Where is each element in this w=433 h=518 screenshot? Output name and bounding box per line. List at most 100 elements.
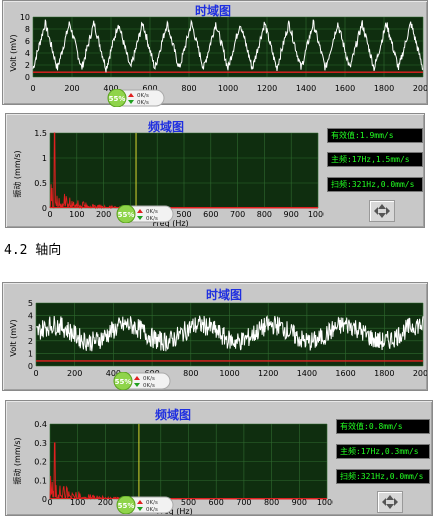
x-tick-label: 0: [33, 369, 38, 378]
sweep-freq-readout: 扫频:321Hz,0.0mm/s: [336, 469, 430, 484]
x-tick-label: 200: [64, 84, 79, 93]
x-tick-label: 200: [67, 369, 82, 378]
section-heading: 4.2 轴向: [4, 243, 62, 258]
x-tick-label: 1600: [335, 84, 355, 93]
gauge-graphic: 55% 0K/s0K/s: [116, 204, 174, 224]
y-tick-label: 0.2: [34, 458, 47, 467]
freq-domain-panel-radial: 频域图 振动 (mm/s) 01002003004005006007008009…: [5, 113, 425, 228]
download-rate: 0K/s: [137, 100, 149, 106]
y-tick-label: 2: [28, 337, 33, 346]
navigation-button[interactable]: [377, 491, 403, 513]
x-tick-label: 100: [70, 498, 85, 507]
x-tick-label: 1200: [257, 84, 277, 93]
x-tick-label: 200: [98, 498, 113, 507]
x-tick-label: 800: [257, 210, 272, 219]
x-tick-label: 600: [203, 210, 218, 219]
x-tick-label: 1000: [308, 210, 324, 219]
plot-area: [49, 423, 328, 501]
y-tick-label: 0.3: [34, 439, 47, 448]
plot-area: [35, 302, 424, 367]
plot-area: [32, 16, 424, 78]
y-tick-label: 0: [25, 73, 30, 82]
x-tick-label: 1000: [218, 84, 238, 93]
gauge-percent: 55%: [109, 95, 126, 103]
x-tick-label: 700: [230, 210, 245, 219]
chart-title: 时域图: [206, 287, 242, 302]
rms-readout: 有效值:1.9mm/s: [327, 128, 423, 143]
network-gauge[interactable]: 55% 0K/s 0K/s: [115, 204, 175, 224]
x-tick-label: 2000: [413, 369, 427, 378]
download-rate: 0K/s: [143, 383, 155, 389]
y-tick-label: 4: [28, 312, 33, 321]
y-tick-label: 0.1: [34, 476, 47, 485]
x-tick-label: 800: [183, 369, 198, 378]
gauge-graphic: 55% 0K/s0K/s: [107, 88, 165, 108]
x-tick-label: 1000: [317, 498, 333, 507]
x-tick-label: 100: [69, 210, 84, 219]
navigation-button[interactable]: [369, 200, 395, 222]
time-domain-panel-axial: 时域图 Volt (mV) 02004006008001000120014001…: [2, 282, 428, 391]
sweep-freq-readout: 扫频:321Hz,0.0mm/s: [327, 177, 423, 192]
x-tick-label: 800: [181, 84, 196, 93]
time-domain-chart: 时域图 Volt (mV) 02004006008001000120014001…: [9, 3, 427, 93]
chart-title: 频域图: [148, 119, 184, 134]
network-gauge[interactable]: 55% 0K/s 0K/s: [106, 88, 166, 108]
gauge-percent: 55%: [115, 378, 132, 386]
x-tick-label: 600: [209, 498, 224, 507]
x-tick-label: 900: [284, 210, 299, 219]
plot-area: [49, 132, 319, 210]
y-tick-label: 5: [28, 299, 33, 308]
y-tick-label: 0: [42, 204, 47, 213]
main-freq-readout: 主频:17Hz,0.3mm/s: [336, 444, 430, 459]
main-freq-readout: 主频:17Hz,1.5mm/s: [327, 152, 423, 167]
chart-title: 频域图: [155, 407, 191, 422]
x-tick-label: 500: [181, 498, 196, 507]
y-tick-label: 2: [25, 61, 30, 70]
upload-rate: 0K/s: [146, 500, 158, 506]
time-domain-chart: 时域图 Volt (mV) 02004006008001000120014001…: [9, 287, 427, 378]
upload-rate: 0K/s: [143, 376, 155, 382]
upload-rate: 0K/s: [137, 93, 149, 99]
y-axis-label: Volt (mV): [9, 319, 18, 356]
y-tick-label: 0: [28, 362, 33, 371]
time-domain-panel-radial: 时域图 Volt (mV) 0 200 400 600 800 1000 1200 1400 1…: [2, 0, 428, 105]
x-tick-label: 0: [47, 210, 52, 219]
y-tick-label: 4: [25, 49, 30, 58]
x-tick-label: 800: [264, 498, 279, 507]
gauge-percent: 55%: [118, 211, 135, 219]
download-rate: 0K/s: [146, 216, 158, 222]
network-gauge[interactable]: 55% 0K/s 0K/s: [115, 495, 175, 515]
x-tick-label: 1000: [219, 369, 239, 378]
x-tick-label: 2000: [413, 84, 427, 93]
x-tick-label: 1800: [374, 84, 394, 93]
y-tick-label: 1.5: [34, 129, 47, 138]
gauge-percent: 55%: [118, 502, 135, 510]
x-tick-label: 900: [292, 498, 307, 507]
x-tick-label: 0: [47, 498, 52, 507]
x-tick-label: 1800: [374, 369, 394, 378]
network-gauge[interactable]: 55% 0K/s 0K/s: [112, 371, 172, 391]
gauge-graphic: 55% 0K/s0K/s: [116, 495, 174, 515]
x-tick-label: 1600: [335, 369, 355, 378]
x-tick-label: 700: [236, 498, 251, 507]
x-tick-label: 0: [30, 84, 35, 93]
y-tick-label: 3: [28, 324, 33, 333]
y-tick-label: 0.5: [34, 179, 47, 188]
upload-rate: 0K/s: [146, 209, 158, 215]
x-tick-label: 1400: [297, 369, 317, 378]
y-tick-label: 10: [20, 13, 30, 22]
y-axis-label: 振动 (mm/s): [12, 150, 22, 197]
x-tick-label: 1400: [296, 84, 316, 93]
y-tick-label: 0.4: [34, 420, 47, 429]
y-tick-label: 8: [25, 25, 30, 34]
y-axis-label: Volt (mV): [9, 34, 18, 71]
chart-title: 时域图: [195, 3, 231, 18]
four-direction-arrows-icon: [374, 204, 390, 218]
y-tick-label: 1: [28, 349, 33, 358]
four-direction-arrows-icon: [382, 495, 398, 509]
freq-domain-panel-axial: 频域图 振动 (mm/s) 01002003004005006007008009…: [5, 400, 433, 516]
x-tick-label: 200: [96, 210, 111, 219]
x-tick-label: 500: [176, 210, 191, 219]
y-tick-label: 0: [42, 495, 47, 504]
rms-readout: 有效值:0.8mm/s: [336, 419, 430, 434]
